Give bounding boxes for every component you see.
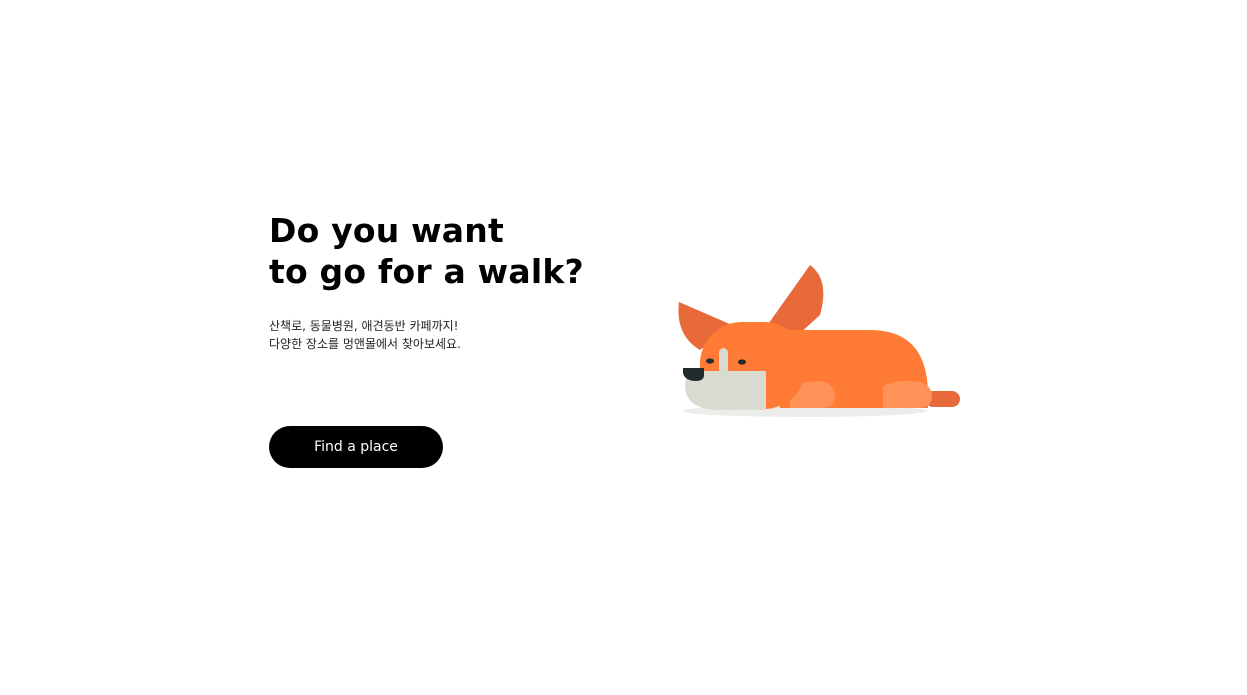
hero-description: 산책로, 동물병원, 애견동반 카페까지! 다양한 장소를 멍앤몰에서 찾아보세… (269, 317, 461, 353)
hero-description-line-1: 산책로, 동물병원, 애견동반 카페까지! (269, 319, 459, 333)
dog-back-paw (883, 380, 932, 408)
hero-title-line-1: Do you want (269, 211, 504, 250)
hero-title: Do you want to go for a walk? (269, 210, 584, 292)
hero-description-line-2: 다양한 장소를 멍앤몰에서 찾아보세요. (269, 337, 461, 351)
sleeping-dog-illustration (678, 265, 960, 417)
landing-page: Do you want to go for a walk? 산책로, 동물병원,… (0, 0, 1247, 695)
dog-eye-left (706, 358, 714, 364)
dog-eye-right (738, 359, 746, 365)
dog-forehead-stripe (719, 348, 728, 374)
find-a-place-button[interactable]: Find a place (269, 426, 443, 468)
hero-title-line-2: to go for a walk? (269, 252, 584, 291)
